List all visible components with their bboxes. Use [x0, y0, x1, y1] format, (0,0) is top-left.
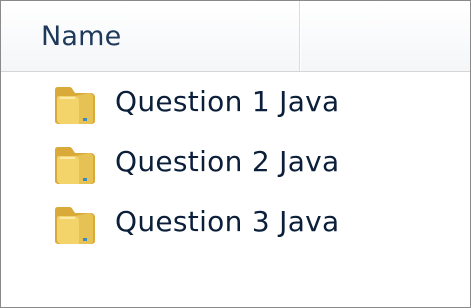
list-item-label: Question 2 Java: [115, 145, 340, 178]
column-header-bar: Name: [1, 1, 470, 72]
list-item[interactable]: Question 3 Java: [1, 192, 470, 252]
column-divider[interactable]: [299, 1, 300, 71]
folder-icon: [51, 204, 99, 246]
list-item[interactable]: Question 1 Java: [1, 72, 470, 132]
name-column-label: Name: [41, 21, 122, 52]
list-item-label: Question 3 Java: [115, 205, 340, 238]
list-item[interactable]: Question 2 Java: [1, 132, 470, 192]
folder-icon: [51, 84, 99, 126]
next-column-header[interactable]: [301, 1, 470, 71]
file-list-window: Name Question 1 Java Question 2 Java Que…: [0, 0, 471, 308]
folder-icon: [51, 144, 99, 186]
list-item-label: Question 1 Java: [115, 85, 340, 118]
name-column-header[interactable]: Name: [1, 1, 299, 71]
